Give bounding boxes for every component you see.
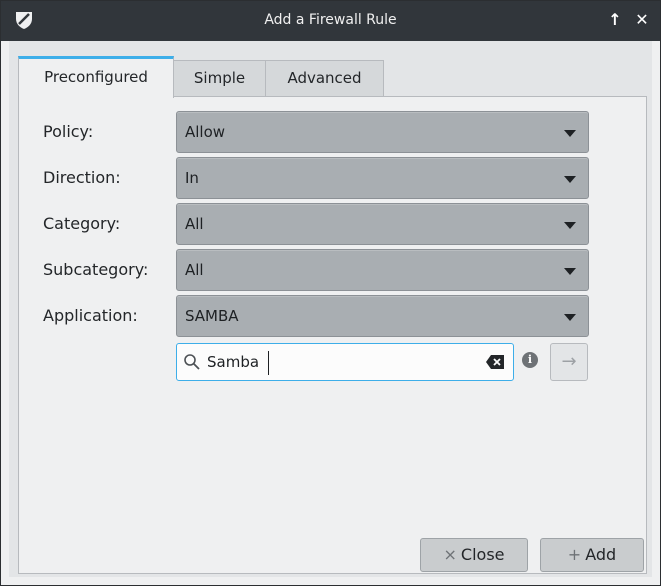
subcategory-value: All xyxy=(185,261,204,279)
dropdown-arrow-icon xyxy=(564,314,576,321)
plus-icon: + xyxy=(567,545,582,564)
add-button[interactable]: + Add xyxy=(540,538,644,572)
search-icon xyxy=(184,354,200,370)
text-cursor xyxy=(268,351,269,375)
subcategory-select[interactable]: All xyxy=(176,249,589,291)
tab-bar: Preconfigured Simple Advanced xyxy=(18,56,638,98)
direction-value: In xyxy=(185,169,199,187)
title-bar[interactable]: Add a Firewall Rule ↑ ✕ xyxy=(1,1,660,41)
window-close-button[interactable]: ✕ xyxy=(633,11,651,29)
dropdown-arrow-icon xyxy=(564,222,576,229)
policy-select[interactable]: Allow xyxy=(176,111,589,153)
direction-select[interactable]: In xyxy=(176,157,589,199)
dialog-content: Preconfigured Simple Advanced Policy: Al… xyxy=(9,41,652,577)
keep-above-button[interactable]: ↑ xyxy=(606,11,624,29)
window-title: Add a Firewall Rule xyxy=(264,12,397,28)
close-button[interactable]: × Close xyxy=(420,538,528,572)
application-value: SAMBA xyxy=(185,307,239,325)
dropdown-arrow-icon xyxy=(564,130,576,137)
dropdown-arrow-icon xyxy=(564,268,576,275)
direction-label: Direction: xyxy=(43,168,121,187)
tab-preconfigured[interactable]: Preconfigured xyxy=(18,56,174,98)
clear-text-icon[interactable] xyxy=(485,354,505,370)
close-icon: × xyxy=(443,545,457,564)
close-button-label: Close xyxy=(460,545,505,564)
search-text: Samba xyxy=(207,353,260,371)
application-select[interactable]: SAMBA xyxy=(176,295,589,337)
category-value: All xyxy=(185,215,204,233)
policy-value: Allow xyxy=(185,123,226,141)
preconfigured-panel: Policy: Allow Direction: In Category: Al… xyxy=(18,96,647,574)
subcategory-label: Subcategory: xyxy=(43,260,149,279)
tab-advanced[interactable]: Advanced xyxy=(265,60,384,96)
policy-label: Policy: xyxy=(43,122,94,141)
category-select[interactable]: All xyxy=(176,203,589,245)
application-search-input[interactable]: Samba xyxy=(176,343,514,381)
application-label: Application: xyxy=(43,306,138,325)
info-icon[interactable]: i xyxy=(522,352,538,368)
category-label: Category: xyxy=(43,214,121,233)
firewall-rule-dialog: Add a Firewall Rule ↑ ✕ Preconfigured Si… xyxy=(0,0,661,586)
go-button[interactable]: → xyxy=(550,343,588,381)
add-button-label: Add xyxy=(585,545,617,564)
dropdown-arrow-icon xyxy=(564,176,576,183)
tab-simple[interactable]: Simple xyxy=(173,60,266,96)
